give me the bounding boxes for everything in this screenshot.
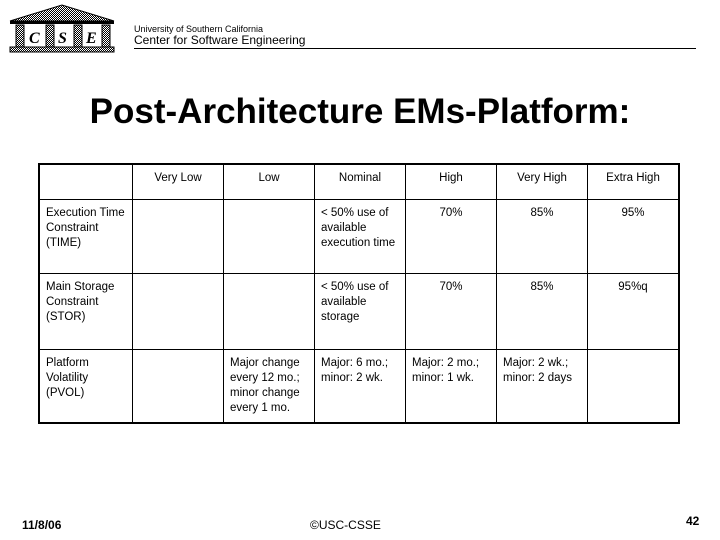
center-name: Center for Software Engineering	[134, 33, 306, 47]
table-row: Main Storage Constraint (STOR) < 50% use…	[38, 273, 680, 350]
table-cell: 70%	[405, 199, 497, 274]
header-divider	[134, 48, 696, 49]
header-cell: Extra High	[587, 163, 680, 200]
svg-text:E: E	[85, 30, 97, 47]
table-cell: < 50% use of available execution time	[314, 199, 406, 274]
header-cell: Very Low	[132, 163, 224, 200]
table-cell: 85%	[496, 199, 588, 274]
table-cell: Major: 2 mo.; minor: 1 wk.	[405, 349, 497, 424]
header-cell: High	[405, 163, 497, 200]
table-row: Platform Volatility (PVOL) Major change …	[38, 349, 680, 424]
table-cell	[132, 273, 224, 350]
row-label: Main Storage Constraint (STOR)	[38, 273, 133, 350]
row-label: Execution Time Constraint (TIME)	[38, 199, 133, 274]
slide-title: Post-Architecture EMs-Platform:	[89, 92, 631, 131]
table-cell	[132, 199, 224, 274]
table-cell	[132, 349, 224, 424]
cse-logo: C S E	[9, 4, 115, 53]
copyright: ©USC-CSSE	[310, 518, 381, 532]
table-cell: Major change every 12 mo.; minor change …	[223, 349, 315, 424]
header-cell: Very High	[496, 163, 588, 200]
header-cell: Nominal	[314, 163, 406, 200]
platform-em-table: Very Low Low Nominal High Very High Extr…	[38, 163, 680, 424]
svg-text:C: C	[29, 30, 40, 47]
slide-date: 11/8/06	[22, 518, 62, 532]
table-cell: < 50% use of available storage	[314, 273, 406, 350]
svg-text:S: S	[58, 30, 67, 47]
row-label: Platform Volatility (PVOL)	[38, 349, 133, 424]
header-cell: Low	[223, 163, 315, 200]
table-cell	[587, 349, 680, 424]
table-cell	[223, 273, 315, 350]
table-row: Execution Time Constraint (TIME) < 50% u…	[38, 199, 680, 274]
table-cell: Major: 2 wk.; minor: 2 days	[496, 349, 588, 424]
table-cell: 95%	[587, 199, 680, 274]
table-header-row: Very Low Low Nominal High Very High Extr…	[38, 163, 680, 200]
header-cell	[38, 163, 133, 200]
table-cell: 85%	[496, 273, 588, 350]
table-cell: 70%	[405, 273, 497, 350]
table-cell	[223, 199, 315, 274]
table-cell: Major: 6 mo.; minor: 2 wk.	[314, 349, 406, 424]
table-cell: 95%q	[587, 273, 680, 350]
page-number: 42	[686, 514, 700, 528]
